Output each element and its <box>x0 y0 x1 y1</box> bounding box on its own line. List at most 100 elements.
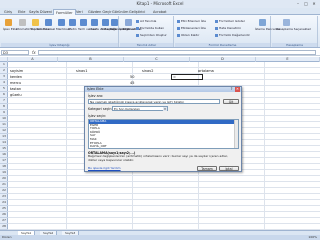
group-label: Hesaplama <box>272 43 317 47</box>
lookup-button[interactable]: Arama ve Başvuru <box>89 19 117 31</box>
recent-button[interactable]: Son Kullanılan <box>30 19 51 31</box>
financial-label: Finansal <box>43 27 56 31</box>
ribbon-tabs: Giriş Ekle Sayfa Düzeni Formüller Veri G… <box>0 8 320 15</box>
group-label: Formül Denetleme <box>175 43 270 47</box>
define-name-label: Ad Tanımla <box>140 19 157 23</box>
close-window-button[interactable]: ✕ <box>310 1 318 6</box>
book-icon <box>91 19 98 26</box>
trace-precedents-button[interactable]: Etki Edenleri İzle <box>177 19 206 23</box>
show-formulas-button[interactable]: Formülleri Göster <box>215 19 245 23</box>
name-tag-icon <box>124 19 132 26</box>
remove-arrows-button[interactable]: Okları Kaldır <box>177 33 199 37</box>
cell-a1[interactable]: soyisim <box>10 69 23 73</box>
window-title: Kitap1 - Microsoft Excel <box>136 1 184 6</box>
calculation-options-button[interactable]: Hesaplama Seçenekleri <box>276 19 311 31</box>
financial-button[interactable]: Finansal <box>43 19 56 31</box>
function-library-group: İşlev Ekle Otomatik Toplam Son Kullanıla… <box>1 16 141 47</box>
evaluate-formula-button[interactable]: Formülü Değerlendir <box>215 33 250 37</box>
fx-icon[interactable]: fx <box>32 50 36 55</box>
tag-icon <box>136 19 139 23</box>
cell-a4[interactable]: tastan <box>10 87 21 91</box>
cell-d1[interactable]: ortalama <box>198 69 214 73</box>
calculation-options-label: Hesaplama Seçenekleri <box>276 27 312 31</box>
create-from-selection-label: Seçimden Oluştur <box>140 33 167 37</box>
insert-function-dialog: İşlev Ekle ? ✕ İşlev ara: Ne yapmak iste… <box>84 86 242 172</box>
cell-a2[interactable]: kerden <box>10 75 22 79</box>
function-list-label: İşlev seçin: <box>88 114 107 118</box>
minimize-button[interactable]: – <box>294 1 302 6</box>
chevron-down-icon: ▾ <box>163 107 167 111</box>
trace-precedents-label: Etki Edenleri İzle <box>181 19 206 23</box>
help-link[interactable]: Bu işlevle ilgili Yardım <box>88 166 121 170</box>
book-icon <box>69 19 76 26</box>
ok-button[interactable]: Tamam <box>197 166 217 171</box>
glasses-icon <box>259 19 266 26</box>
cell-b1[interactable]: sinav1 <box>76 69 87 73</box>
list-item[interactable]: DAHİL_ORT <box>89 145 238 148</box>
evaluate-icon <box>215 33 218 37</box>
close-icon[interactable]: ✕ <box>235 87 240 92</box>
warning-icon <box>215 26 218 30</box>
search-input[interactable]: Ne yapmak istediğinizi kısaca açıklayara… <box>88 99 220 104</box>
formula-bar: D3 fx <box>0 49 320 56</box>
logical-button[interactable]: Mantıksal <box>56 19 70 31</box>
date-time-button[interactable]: Tarih ve Saat <box>78 19 97 31</box>
watch-window-button[interactable]: İzleme Penceresi <box>255 19 280 31</box>
function-list[interactable]: ORTALAMA EĞER TOPLA KÖPRÜ SAY MAK ETOPLA… <box>88 119 239 149</box>
cell-c1[interactable]: sinav2 <box>142 69 153 73</box>
defined-names-group: Ad Yöneticisi Ad Tanımla Formülde Kullan… <box>120 16 174 47</box>
arrow-icon <box>177 19 180 23</box>
autosum-button[interactable]: Otomatik Toplam <box>16 19 42 31</box>
cell-a3[interactable]: mercu <box>10 81 21 85</box>
status-mode: Düzen <box>2 235 12 239</box>
error-checking-label: Hata Denetimi <box>219 26 241 30</box>
error-checking-button[interactable]: Hata Denetimi <box>215 26 241 30</box>
book-icon <box>58 19 65 26</box>
book-icon <box>111 19 118 26</box>
remove-arrows-icon <box>177 33 180 37</box>
cell-a5[interactable]: güzelu <box>10 93 22 97</box>
title-bar: Kitap1 - Microsoft Excel – □ ✕ <box>0 0 320 8</box>
go-button[interactable]: Git <box>223 99 239 104</box>
status-bar: Düzen 100% <box>0 235 320 240</box>
zoom-level[interactable]: 100% <box>308 235 317 239</box>
formula-icon <box>136 26 139 30</box>
category-value: En Son Kullanılan <box>114 107 140 111</box>
cell-c2[interactable]: 50 <box>130 75 134 79</box>
calculation-group: Hesaplama Seçenekleri Hesaplama <box>272 16 318 47</box>
star-icon <box>32 19 39 26</box>
show-formulas-label: Formülleri Göster <box>219 19 245 23</box>
dialog-title: İşlev Ekle <box>85 87 241 92</box>
list-scrollbar[interactable] <box>234 120 238 148</box>
group-label: İşlev Kitaplığı <box>1 43 118 47</box>
math-trig-button[interactable]: Matematik ve Trigonometri <box>101 19 141 31</box>
help-icon[interactable]: ? <box>229 87 234 92</box>
cell-d2[interactable]: = <box>173 75 176 79</box>
more-functions-button[interactable]: Diğer İşlevler <box>110 19 130 31</box>
ribbon: İşlev Ekle Otomatik Toplam Son Kullanıla… <box>0 15 320 48</box>
remove-arrows-label: Okları Kaldır <box>181 33 200 37</box>
book-icon <box>79 19 87 26</box>
define-name-button[interactable]: Ad Tanımla <box>136 19 156 23</box>
category-select[interactable]: En Son Kullanılan ▾ <box>112 106 168 111</box>
sigma-icon <box>18 19 26 26</box>
create-from-selection-button[interactable]: Seçimden Oluştur <box>136 33 167 37</box>
cell-c3[interactable]: 45 <box>130 81 134 85</box>
arrow-icon <box>177 26 180 30</box>
cancel-button[interactable]: İptal <box>219 166 239 171</box>
text-button[interactable]: Metin <box>68 19 77 31</box>
book-icon <box>45 19 52 26</box>
insert-function-button[interactable]: İşlev Ekle <box>3 19 17 31</box>
calculator-icon <box>282 19 290 26</box>
formula-input[interactable] <box>38 50 316 55</box>
formula-icon <box>215 19 218 23</box>
category-label: Kategori seçin: <box>88 107 113 111</box>
function-icon <box>5 19 12 26</box>
group-label: Tanımlı Adlar <box>120 43 173 47</box>
name-box[interactable]: D3 <box>1 50 29 55</box>
text-label: Metin <box>68 27 77 31</box>
name-manager-button[interactable]: Ad Yöneticisi <box>122 19 141 31</box>
maximize-button[interactable]: □ <box>302 1 310 6</box>
use-in-formula-button[interactable]: Formülde Kullan <box>136 26 164 30</box>
trace-dependents-button[interactable]: Etkilenenleri İzle <box>177 26 206 30</box>
